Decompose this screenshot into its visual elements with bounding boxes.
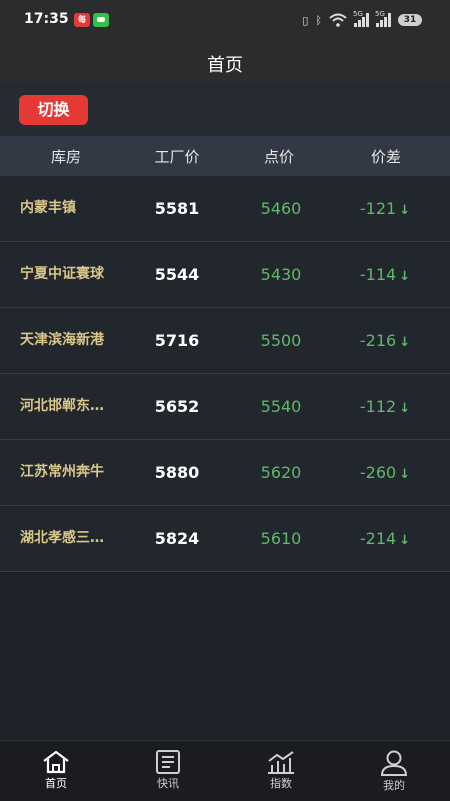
price-diff-value: -121 bbox=[359, 199, 397, 218]
arrow-down-icon: ↓ bbox=[399, 401, 411, 416]
signal-icon: 5G bbox=[353, 10, 369, 27]
signal-icon: 5G bbox=[375, 10, 391, 27]
arrow-down-icon: ↓ bbox=[399, 269, 411, 284]
price-diff: -121 ↓ bbox=[352, 176, 418, 241]
price-diff: -112 ↓ bbox=[352, 374, 418, 439]
user-icon bbox=[380, 750, 408, 776]
arrow-down-icon: ↓ bbox=[399, 335, 411, 350]
battery-icon: 31 bbox=[398, 14, 422, 26]
arrow-down-icon: ↓ bbox=[399, 467, 411, 482]
point-price: 5430 bbox=[260, 265, 302, 284]
price-diff: -216 ↓ bbox=[352, 308, 418, 373]
factory-price: 5716 bbox=[154, 331, 200, 350]
warehouse-name: 内蒙丰镇 bbox=[20, 200, 76, 216]
column-header-warehouse: 库房 bbox=[50, 147, 81, 166]
price-diff: -114 ↓ bbox=[352, 242, 418, 307]
status-icons: ▯ ᛒ 5G 5G 31 bbox=[302, 10, 422, 28]
price-diff-value: -112 bbox=[359, 397, 397, 416]
tab-home[interactable]: 首页 bbox=[16, 741, 96, 801]
warehouse-name: 江苏常州奔牛 bbox=[20, 464, 104, 480]
table-row[interactable]: 内蒙丰镇 5581 5460 -121 ↓ bbox=[0, 176, 450, 242]
news-icon bbox=[156, 750, 180, 774]
point-price: 5460 bbox=[260, 199, 302, 218]
price-diff-value: -216 bbox=[359, 331, 397, 350]
point-price: 5620 bbox=[260, 463, 302, 482]
table-row[interactable]: 湖北孝感三… 5824 5610 -214 ↓ bbox=[0, 506, 450, 572]
tab-label: 快讯 bbox=[157, 777, 179, 790]
status-time: 17:35 bbox=[24, 11, 69, 27]
chart-icon bbox=[268, 751, 294, 774]
column-header-diff: 价差 bbox=[370, 147, 401, 166]
switch-bar: 切换 bbox=[0, 84, 450, 136]
tab-profile[interactable]: 我的 bbox=[354, 741, 434, 801]
table-row[interactable]: 江苏常州奔牛 5880 5620 -260 ↓ bbox=[0, 440, 450, 506]
price-table: 内蒙丰镇 5581 5460 -121 ↓ 宁夏中证寰球 5544 5430 -1… bbox=[0, 176, 450, 572]
nav-bar: 首页 bbox=[0, 40, 450, 84]
factory-price: 5652 bbox=[154, 397, 200, 416]
tab-label: 指数 bbox=[270, 777, 292, 790]
switch-button[interactable]: 切换 bbox=[19, 95, 88, 125]
table-row[interactable]: 天津滨海新港 5716 5500 -216 ↓ bbox=[0, 308, 450, 374]
home-icon bbox=[43, 750, 69, 774]
price-diff: -260 ↓ bbox=[352, 440, 418, 505]
wifi-icon bbox=[329, 13, 347, 27]
status-bar: 17:35 每 ▯ ᛒ 5G 5G 31 bbox=[0, 0, 450, 40]
price-diff: -214 ↓ bbox=[352, 506, 418, 571]
bottom-tab-bar: 首页 快讯 指数 我的 bbox=[0, 740, 450, 801]
warehouse-name: 河北邯郸东… bbox=[20, 398, 104, 414]
factory-price: 5824 bbox=[154, 529, 200, 548]
tab-label: 我的 bbox=[383, 779, 405, 792]
warehouse-name: 天津滨海新港 bbox=[20, 332, 104, 348]
tab-label: 首页 bbox=[45, 777, 67, 790]
factory-price: 5544 bbox=[154, 265, 200, 284]
table-header: 库房 工厂价 点价 价差 bbox=[0, 136, 450, 176]
warehouse-name: 湖北孝感三… bbox=[20, 530, 104, 546]
point-price: 5610 bbox=[260, 529, 302, 548]
column-header-point-price: 点价 bbox=[263, 147, 294, 166]
arrow-down-icon: ↓ bbox=[399, 203, 411, 218]
point-price: 5540 bbox=[260, 397, 302, 416]
table-row[interactable]: 宁夏中证寰球 5544 5430 -114 ↓ bbox=[0, 242, 450, 308]
tab-index[interactable]: 指数 bbox=[241, 741, 321, 801]
network-type: 5G bbox=[375, 10, 385, 18]
message-notification-icon bbox=[93, 13, 109, 27]
app-notification-icon: 每 bbox=[74, 13, 90, 27]
factory-price: 5880 bbox=[154, 463, 200, 482]
vibrate-icon: ▯ bbox=[302, 13, 309, 27]
network-type: 5G bbox=[353, 10, 363, 18]
page-title: 首页 bbox=[207, 55, 243, 76]
price-diff-value: -260 bbox=[359, 463, 397, 482]
arrow-down-icon: ↓ bbox=[399, 533, 411, 548]
price-diff-value: -114 bbox=[359, 265, 397, 284]
point-price: 5500 bbox=[260, 331, 302, 350]
column-header-factory-price: 工厂价 bbox=[154, 147, 200, 166]
factory-price: 5581 bbox=[154, 199, 200, 218]
bluetooth-icon: ᛒ bbox=[315, 13, 322, 27]
price-diff-value: -214 bbox=[359, 529, 397, 548]
warehouse-name: 宁夏中证寰球 bbox=[20, 266, 104, 282]
table-row[interactable]: 河北邯郸东… 5652 5540 -112 ↓ bbox=[0, 374, 450, 440]
tab-news[interactable]: 快讯 bbox=[128, 741, 208, 801]
